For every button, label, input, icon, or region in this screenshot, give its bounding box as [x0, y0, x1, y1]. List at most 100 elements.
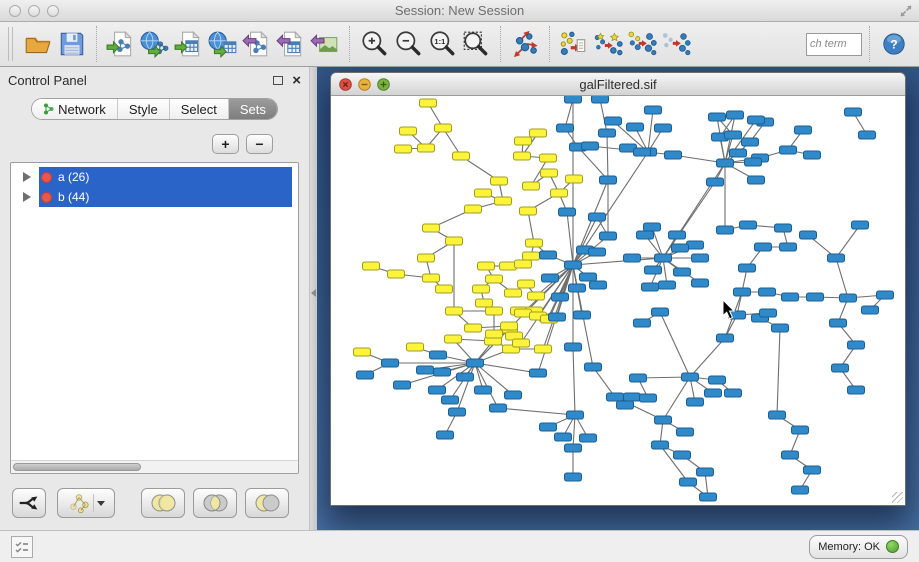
- graph-node-blue[interactable]: [565, 473, 582, 481]
- graph-node-blue[interactable]: [634, 319, 651, 327]
- resize-grip-icon[interactable]: [892, 492, 904, 504]
- hide-selected-icon[interactable]: [557, 27, 591, 61]
- graph-node-blue[interactable]: [640, 394, 657, 402]
- save-icon[interactable]: [55, 27, 89, 61]
- graph-node-yellow[interactable]: [486, 275, 503, 283]
- graph-edge[interactable]: [573, 258, 663, 265]
- graph-node-blue[interactable]: [617, 401, 634, 409]
- graph-node-blue[interactable]: [769, 411, 786, 419]
- graph-node-blue[interactable]: [674, 451, 691, 459]
- tab-select[interactable]: Select: [170, 99, 229, 119]
- graph-node-blue[interactable]: [505, 391, 522, 399]
- graph-node-blue[interactable]: [624, 254, 641, 262]
- graph-node-blue[interactable]: [357, 371, 374, 379]
- graph-node-blue[interactable]: [467, 359, 484, 367]
- difference-sets-button[interactable]: [245, 488, 289, 518]
- graph-node-blue[interactable]: [430, 351, 447, 359]
- tab-network[interactable]: Network: [32, 99, 118, 119]
- graph-node-blue[interactable]: [542, 274, 559, 282]
- graph-edge[interactable]: [573, 347, 575, 415]
- graph-node-yellow[interactable]: [400, 127, 417, 135]
- graph-node-yellow[interactable]: [465, 324, 482, 332]
- task-history-icon[interactable]: [11, 536, 33, 558]
- union-sets-button[interactable]: [141, 488, 185, 518]
- graph-node-blue[interactable]: [530, 369, 547, 377]
- graph-node-blue[interactable]: [669, 231, 686, 239]
- graph-node-blue[interactable]: [852, 221, 869, 229]
- disclosure-triangle-icon[interactable]: [23, 192, 31, 202]
- graph-node-blue[interactable]: [582, 142, 599, 150]
- graph-node-yellow[interactable]: [445, 335, 462, 343]
- graph-node-blue[interactable]: [672, 244, 689, 252]
- graph-node-blue[interactable]: [717, 226, 734, 234]
- zoom-out-icon[interactable]: [391, 27, 425, 61]
- graph-node-blue[interactable]: [585, 363, 602, 371]
- graph-node-blue[interactable]: [490, 404, 507, 412]
- graph-node-blue[interactable]: [848, 386, 865, 394]
- graph-node-blue[interactable]: [748, 116, 765, 124]
- network-canvas[interactable]: [331, 96, 905, 505]
- graph-node-blue[interactable]: [739, 264, 756, 272]
- graph-edge[interactable]: [578, 147, 608, 180]
- add-set-button[interactable]: +: [212, 134, 239, 154]
- tab-sets[interactable]: Sets: [229, 99, 277, 119]
- graph-edge[interactable]: [600, 99, 607, 133]
- disclosure-triangle-icon[interactable]: [23, 172, 31, 182]
- graph-node-blue[interactable]: [700, 493, 717, 501]
- tab-style[interactable]: Style: [118, 99, 170, 119]
- graph-node-blue[interactable]: [745, 158, 762, 166]
- graph-node-blue[interactable]: [589, 213, 606, 221]
- export-image-icon[interactable]: [308, 27, 342, 61]
- open-folder-icon[interactable]: [21, 27, 55, 61]
- graph-node-blue[interactable]: [742, 138, 759, 146]
- graph-edge[interactable]: [528, 211, 534, 243]
- graph-node-blue[interactable]: [760, 309, 777, 317]
- graph-node-blue[interactable]: [725, 131, 742, 139]
- graph-node-blue[interactable]: [687, 398, 704, 406]
- graph-node-yellow[interactable]: [513, 339, 530, 347]
- graph-node-yellow[interactable]: [535, 345, 552, 353]
- graph-node-blue[interactable]: [655, 124, 672, 132]
- graph-node-yellow[interactable]: [520, 207, 537, 215]
- graph-node-blue[interactable]: [555, 433, 572, 441]
- graph-node-blue[interactable]: [655, 416, 672, 424]
- graph-node-blue[interactable]: [600, 176, 617, 184]
- graph-node-blue[interactable]: [644, 223, 661, 231]
- graph-node-yellow[interactable]: [526, 239, 543, 247]
- horizontal-scrollbar[interactable]: [11, 460, 298, 473]
- graph-node-blue[interactable]: [717, 159, 734, 167]
- graph-node-yellow[interactable]: [436, 285, 453, 293]
- scrollbar-thumb[interactable]: [13, 463, 141, 471]
- graph-node-blue[interactable]: [642, 283, 659, 291]
- graph-node-blue[interactable]: [567, 411, 584, 419]
- graph-node-yellow[interactable]: [518, 280, 535, 288]
- graph-node-blue[interactable]: [565, 261, 582, 269]
- graph-node-yellow[interactable]: [515, 137, 532, 145]
- graph-node-blue[interactable]: [804, 151, 821, 159]
- set-list-item[interactable]: b (44): [11, 187, 298, 207]
- graph-node-blue[interactable]: [429, 386, 446, 394]
- graph-node-yellow[interactable]: [418, 144, 435, 152]
- graph-node-blue[interactable]: [449, 408, 466, 416]
- graph-node-blue[interactable]: [442, 396, 459, 404]
- graph-edge[interactable]: [573, 217, 597, 265]
- graph-node-yellow[interactable]: [418, 254, 435, 262]
- graph-node-blue[interactable]: [725, 389, 742, 397]
- remove-set-button[interactable]: −: [246, 134, 273, 154]
- graph-node-blue[interactable]: [862, 306, 879, 314]
- graph-edge[interactable]: [836, 258, 848, 298]
- graph-node-blue[interactable]: [682, 373, 699, 381]
- deselect-all-icon[interactable]: [659, 27, 693, 61]
- graph-node-blue[interactable]: [645, 106, 662, 114]
- graph-node-yellow[interactable]: [515, 260, 532, 268]
- graph-node-blue[interactable]: [748, 176, 765, 184]
- graph-node-yellow[interactable]: [530, 129, 547, 137]
- graph-node-yellow[interactable]: [500, 262, 517, 270]
- graph-node-blue[interactable]: [772, 324, 789, 332]
- graph-node-blue[interactable]: [592, 96, 609, 103]
- graph-node-yellow[interactable]: [514, 152, 531, 160]
- search-input[interactable]: [806, 33, 862, 56]
- graph-node-blue[interactable]: [755, 243, 772, 251]
- graph-edge[interactable]: [836, 225, 860, 258]
- graph-node-blue[interactable]: [782, 293, 799, 301]
